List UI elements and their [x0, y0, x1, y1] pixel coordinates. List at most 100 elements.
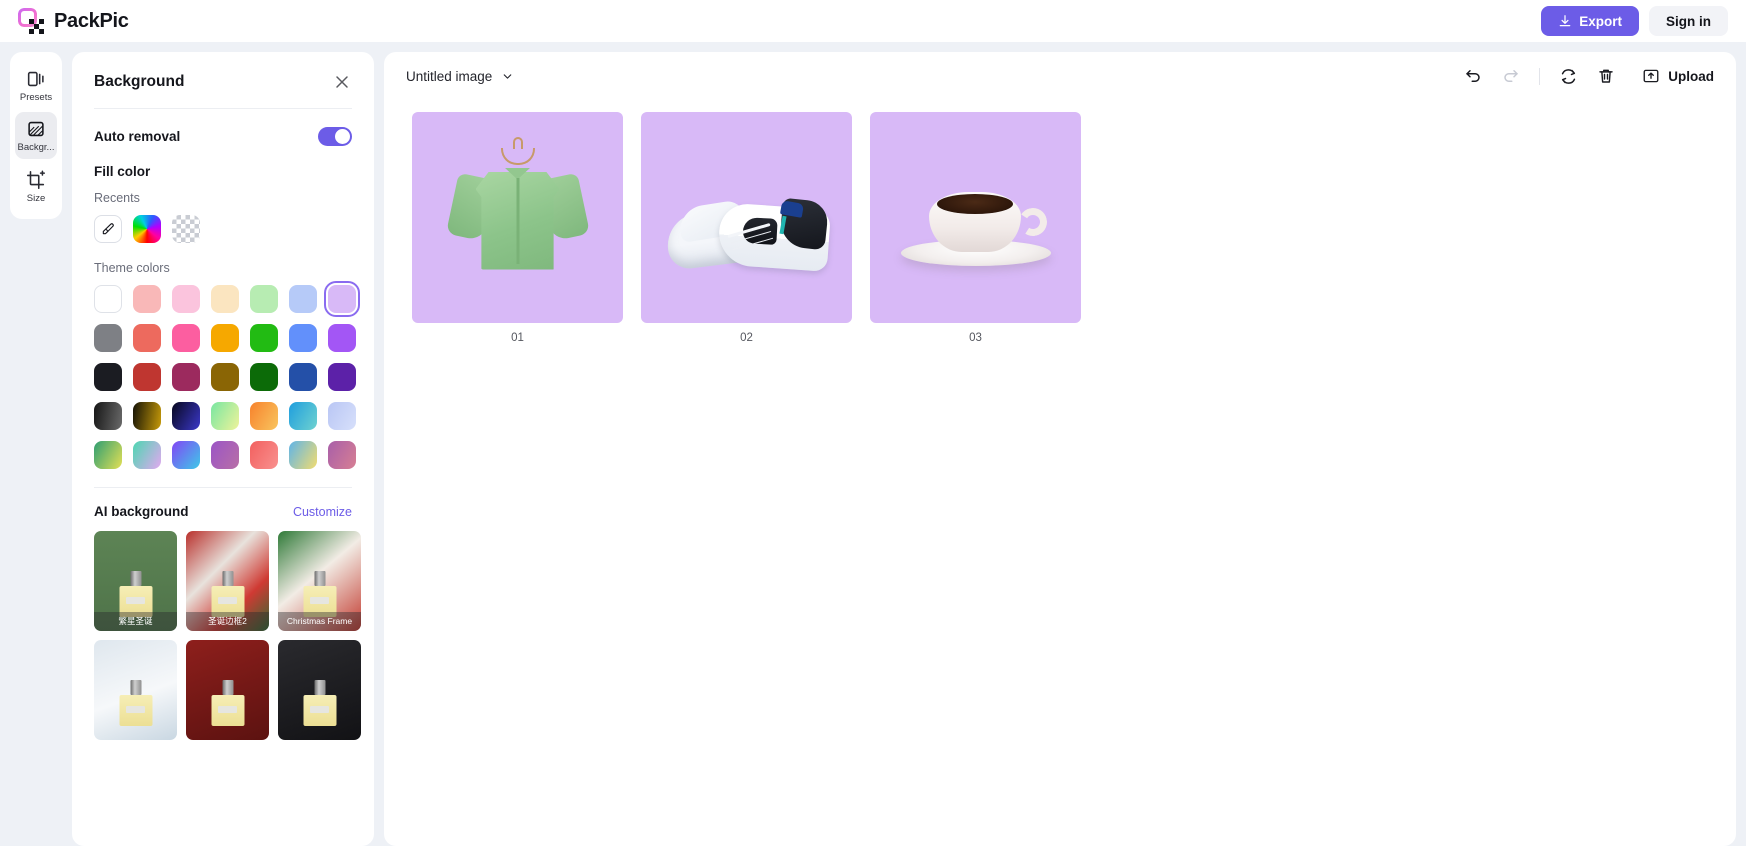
packpic-logo-icon — [18, 7, 45, 35]
panel-header: Background — [72, 52, 374, 92]
presets-icon — [27, 71, 44, 87]
recents-swatches — [94, 215, 352, 243]
color-swatch[interactable] — [133, 285, 161, 313]
color-swatch[interactable] — [328, 363, 356, 391]
color-swatch[interactable] — [211, 402, 239, 430]
color-swatch[interactable] — [94, 285, 122, 313]
brand[interactable]: PackPic — [18, 7, 129, 35]
color-swatch[interactable] — [133, 324, 161, 352]
auto-removal-row: Auto removal — [94, 109, 352, 164]
color-swatch[interactable] — [94, 363, 122, 391]
color-swatch[interactable] — [250, 324, 278, 352]
ai-background-card[interactable]: Christmas Frame — [278, 531, 361, 631]
color-swatch[interactable] — [172, 324, 200, 352]
rainbow-swatch[interactable] — [133, 215, 161, 243]
redo-button[interactable] — [1501, 66, 1521, 86]
image-thumbnail-01[interactable] — [412, 112, 623, 323]
image-label: 02 — [740, 332, 753, 344]
ai-background-title: AI background — [94, 504, 189, 519]
customize-link[interactable]: Customize — [293, 505, 352, 519]
color-swatch[interactable] — [328, 441, 356, 469]
color-swatch[interactable] — [328, 402, 356, 430]
sidebar-item-label: Presets — [19, 93, 53, 103]
export-button[interactable]: Export — [1541, 6, 1639, 36]
color-swatch[interactable] — [250, 441, 278, 469]
color-swatch[interactable] — [289, 285, 317, 313]
ai-background-grid: 繁星圣诞 圣诞边框2 Christmas Frame — [94, 531, 361, 740]
undo-button[interactable] — [1463, 66, 1483, 86]
image-list: 01 02 03 — [412, 112, 1736, 344]
recents-label: Recents — [94, 191, 140, 205]
sidebar-item-presets[interactable]: Presets — [15, 62, 57, 108]
color-swatch[interactable] — [172, 402, 200, 430]
upload-button[interactable]: Upload — [1642, 67, 1714, 85]
eyedropper-icon — [102, 223, 114, 235]
perfume-bottle-graphic — [303, 571, 336, 617]
color-swatch[interactable] — [133, 363, 161, 391]
color-swatch[interactable] — [172, 285, 200, 313]
color-swatch[interactable] — [133, 441, 161, 469]
color-swatch[interactable] — [289, 363, 317, 391]
undo-icon — [1466, 70, 1480, 82]
color-swatch[interactable] — [94, 441, 122, 469]
color-swatch[interactable] — [172, 441, 200, 469]
ai-background-card[interactable] — [278, 640, 361, 740]
color-swatch[interactable] — [250, 285, 278, 313]
canvas-area: Untitled image Upload 01 02 03 — [384, 52, 1736, 846]
color-swatch[interactable] — [250, 402, 278, 430]
transparent-swatch[interactable] — [172, 215, 200, 243]
eyedropper-swatch[interactable] — [94, 215, 122, 243]
background-icon — [28, 122, 44, 137]
ai-background-card[interactable] — [94, 640, 177, 740]
perfume-bottle-graphic — [211, 680, 244, 726]
image-thumbnail-03[interactable] — [870, 112, 1081, 323]
chevron-down-icon — [503, 73, 512, 79]
header-actions: Export Sign in — [1541, 6, 1728, 36]
color-swatch[interactable] — [94, 402, 122, 430]
ai-background-caption: Christmas Frame — [278, 611, 361, 631]
image-label: 03 — [969, 332, 982, 344]
auto-removal-toggle[interactable] — [318, 127, 352, 146]
download-icon — [1559, 15, 1571, 27]
list-item: 03 — [870, 112, 1081, 344]
upload-icon — [1643, 69, 1659, 83]
color-swatch[interactable] — [172, 363, 200, 391]
sidebar-item-background[interactable]: Backgr... — [15, 112, 57, 159]
file-name-label: Untitled image — [406, 68, 493, 84]
redo-icon — [1504, 70, 1518, 82]
color-swatch[interactable] — [211, 363, 239, 391]
perfume-bottle-graphic — [303, 680, 336, 726]
app-body: Presets Backgr... Size Background Auto r… — [0, 42, 1746, 846]
color-swatch[interactable] — [328, 324, 356, 352]
left-rail: Presets Backgr... Size — [10, 52, 62, 220]
perfume-bottle-graphic — [119, 680, 152, 726]
delete-button[interactable] — [1596, 66, 1616, 86]
color-swatch[interactable] — [211, 324, 239, 352]
ai-background-header: AI background Customize — [94, 504, 352, 519]
ai-background-caption: 繁星圣诞 — [94, 611, 177, 631]
image-thumbnail-02[interactable] — [641, 112, 852, 323]
toolbar-divider — [1539, 67, 1541, 85]
color-swatch[interactable] — [211, 285, 239, 313]
ai-background-card[interactable]: 圣诞边框2 — [186, 531, 269, 631]
brand-name: PackPic — [54, 9, 129, 32]
ai-background-caption: 圣诞边框2 — [186, 611, 269, 631]
color-swatch[interactable] — [289, 402, 317, 430]
color-swatch[interactable] — [211, 441, 239, 469]
ai-background-card[interactable]: 繁星圣诞 — [94, 531, 177, 631]
perfume-bottle-graphic — [119, 571, 152, 617]
color-swatch[interactable] — [94, 324, 122, 352]
list-item: 02 — [641, 112, 852, 344]
ai-background-card[interactable] — [186, 640, 269, 740]
canvas-sheet: 01 02 03 — [384, 100, 1736, 846]
color-swatch[interactable] — [250, 363, 278, 391]
color-swatch[interactable] — [289, 324, 317, 352]
file-name-dropdown[interactable]: Untitled image — [406, 69, 514, 84]
color-swatch[interactable] — [289, 441, 317, 469]
close-icon[interactable] — [332, 72, 352, 92]
sidebar-item-size[interactable]: Size — [15, 163, 57, 209]
color-swatch[interactable] — [324, 281, 360, 317]
color-swatch[interactable] — [133, 402, 161, 430]
reset-button[interactable] — [1558, 66, 1578, 86]
sign-in-button[interactable]: Sign in — [1649, 6, 1728, 36]
